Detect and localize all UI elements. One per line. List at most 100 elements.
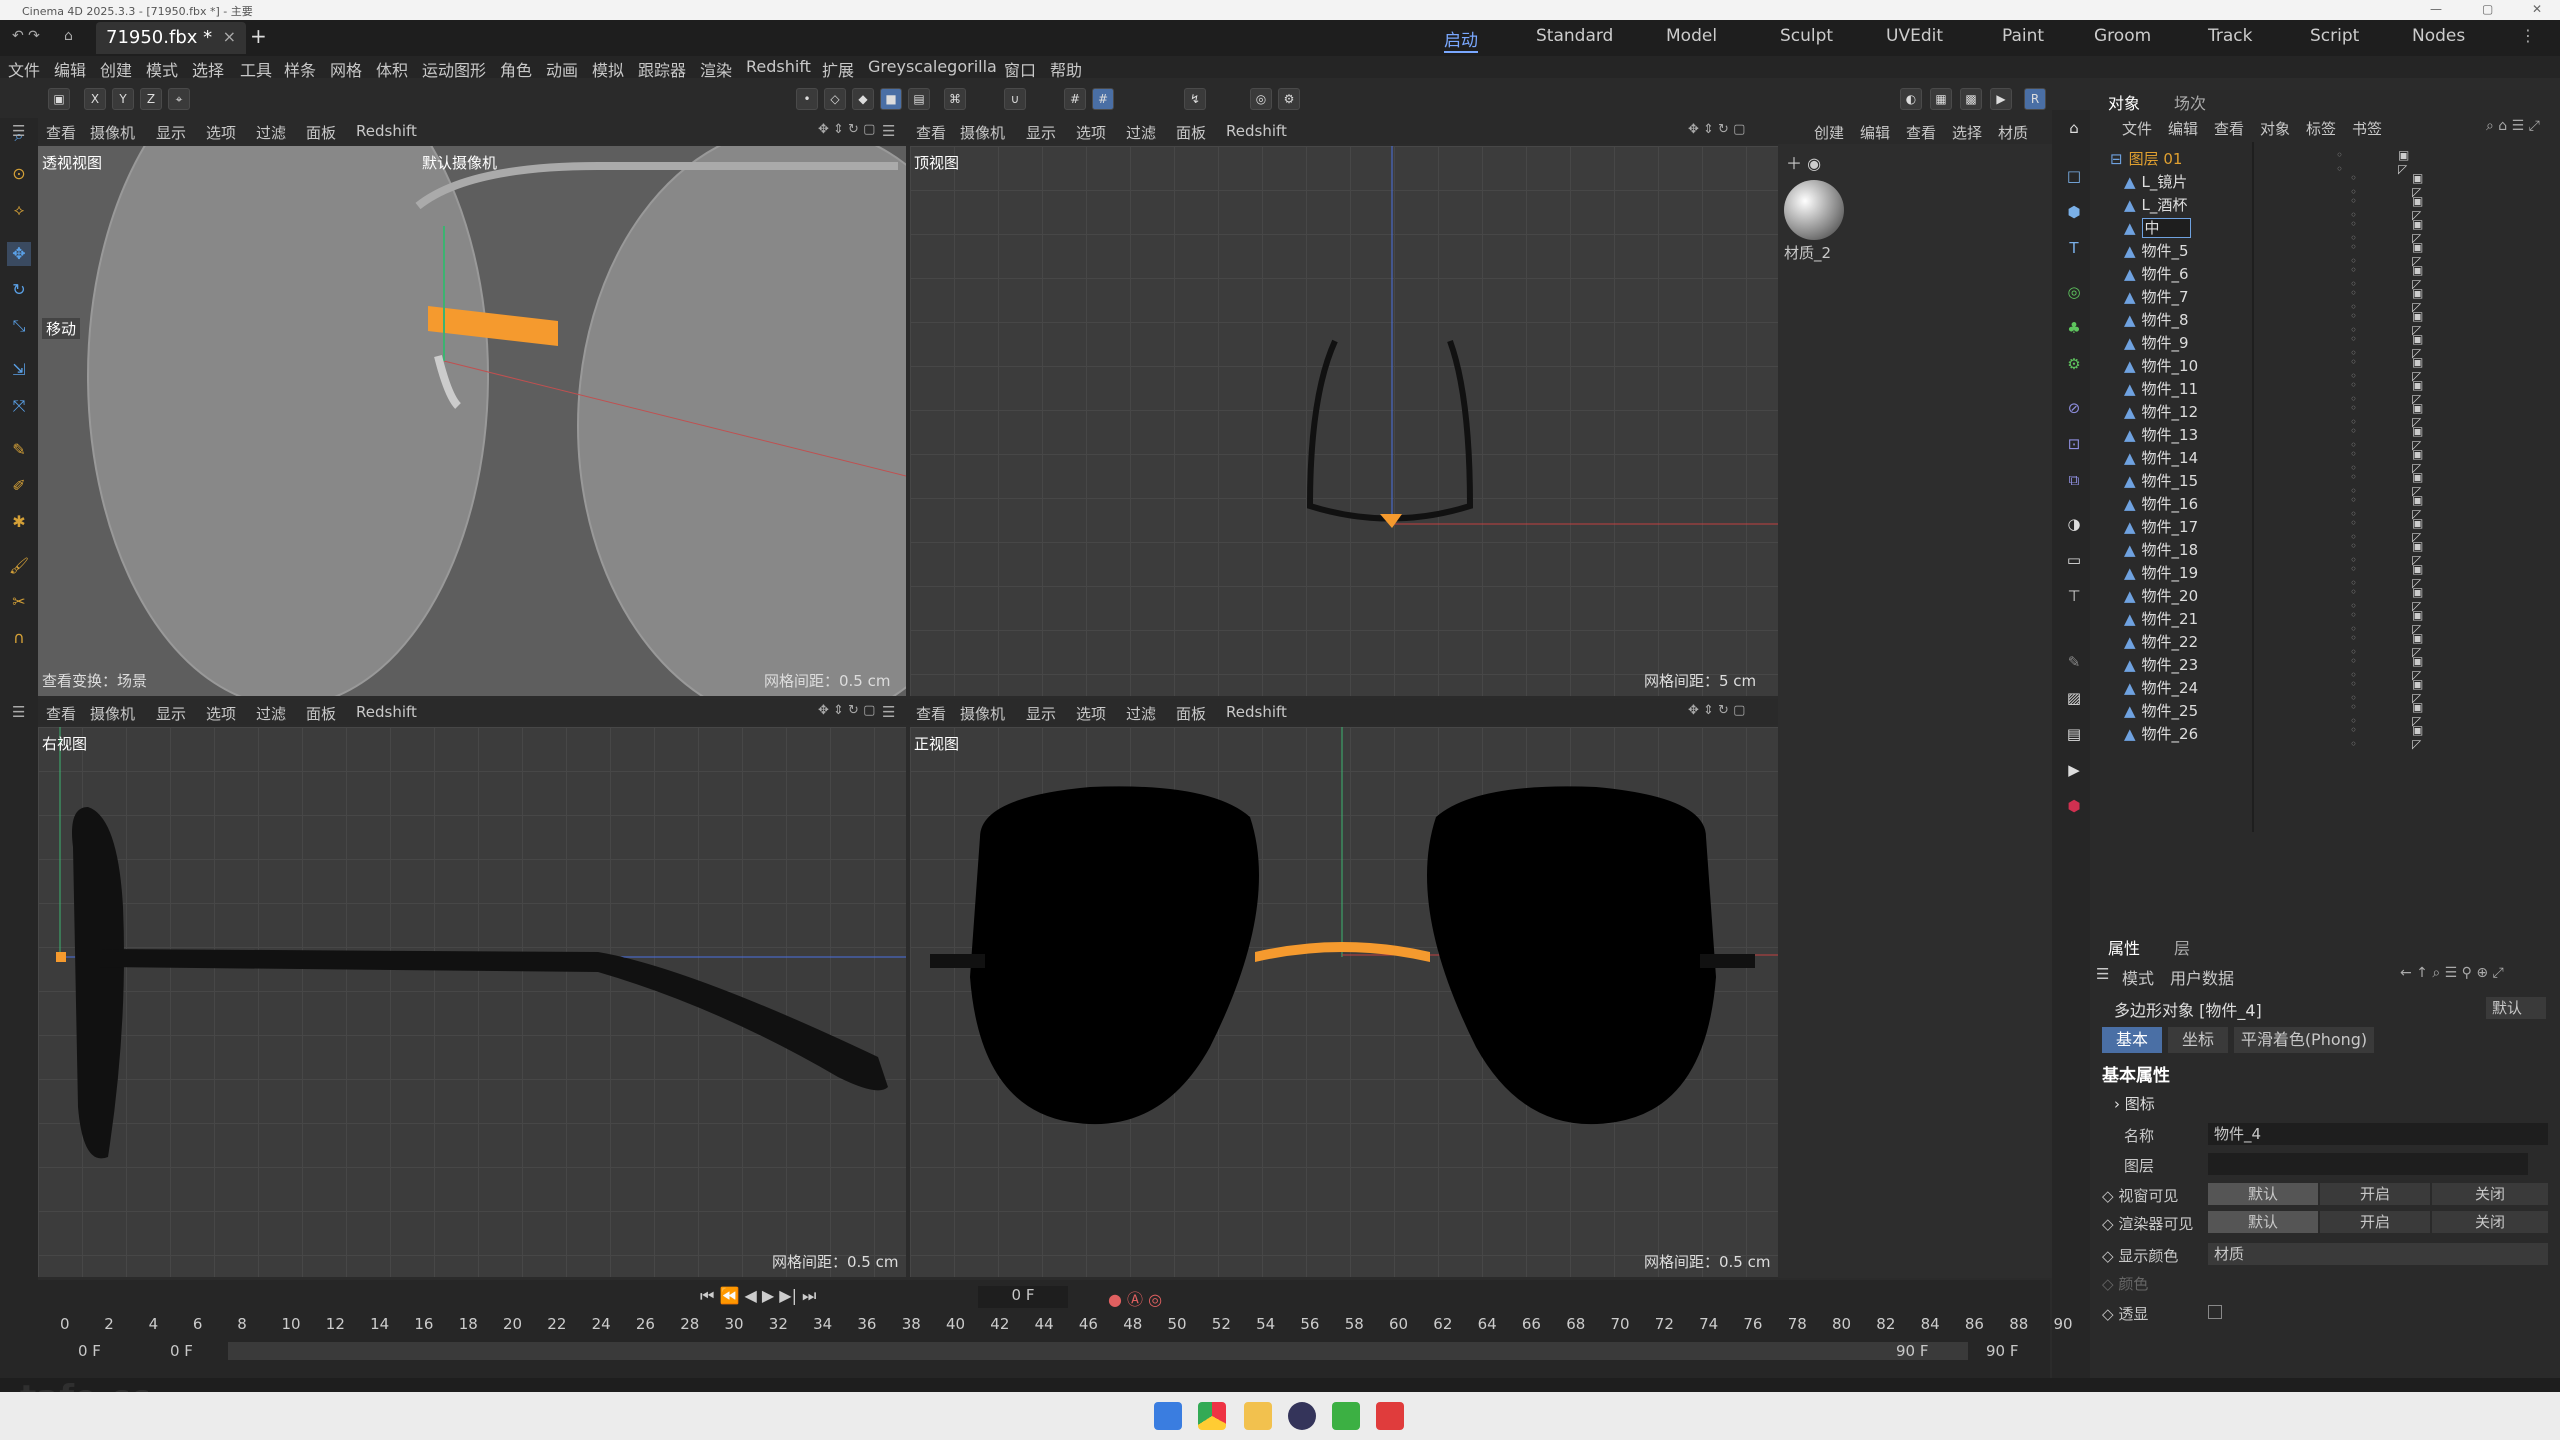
attr-mode-menu[interactable]: 模式	[2122, 965, 2154, 989]
layout-tab[interactable]: 启动	[1444, 26, 1478, 53]
viewport-menu-item[interactable]: Redshift	[1226, 703, 1287, 721]
viewport-nav-icons[interactable]: ✥ ⇕ ↻ ▢	[1688, 122, 1745, 137]
live-select-icon[interactable]: ⟡	[7, 198, 31, 222]
material-menu-item[interactable]: 创建	[1814, 122, 1844, 143]
object-row[interactable]: ▲ 物件_14 ◦ ◦ ▣ ◸	[2124, 447, 2423, 475]
viewport-menu-item[interactable]: 显示	[156, 122, 186, 143]
material-name[interactable]: 材质_2	[1784, 242, 1831, 263]
layer-field[interactable]	[2208, 1153, 2528, 1175]
axis-y-button[interactable]: Y	[112, 88, 134, 110]
object-row[interactable]: ▲ 中 ◦ ◦ ▣ ◸	[2124, 217, 2423, 245]
vis-editor-on[interactable]: 开启	[2320, 1183, 2430, 1205]
redshift-icon[interactable]: R	[2024, 88, 2046, 110]
deformer-icon[interactable]: ⊘	[2062, 396, 2086, 420]
menu-icon[interactable]: ☰	[882, 703, 895, 721]
right-viewport[interactable]: 右视图 网格间距：0.5 cm	[38, 727, 906, 1277]
current-frame-field[interactable]: 0 F	[978, 1286, 1068, 1308]
render-side-icon[interactable]: ▶	[2062, 758, 2086, 782]
object-row[interactable]: ▲ 物件_12 ◦ ◦ ▣ ◸	[2124, 401, 2423, 429]
material-menu-item[interactable]: 编辑	[1860, 122, 1890, 143]
layout-tab[interactable]: Sculpt	[1780, 26, 1833, 46]
tab-takes[interactable]: 场次	[2174, 90, 2206, 114]
transform-icon[interactable]: ⇲	[7, 358, 31, 382]
save-icon[interactable]: ▣	[48, 88, 70, 110]
vis-editor-off[interactable]: 关闭	[2432, 1183, 2548, 1205]
name-field[interactable]: 物件_4	[2208, 1123, 2548, 1145]
preview-start[interactable]: 0 F	[170, 1342, 193, 1360]
menu-item[interactable]: Greyscalegorilla	[868, 57, 997, 76]
object-menu-item[interactable]: 查看	[2214, 118, 2244, 139]
axis-z-button[interactable]: Z	[140, 88, 162, 110]
brush-icon[interactable]: ✱	[7, 510, 31, 534]
vis-editor-default[interactable]: 默认	[2208, 1183, 2318, 1205]
model-mode-icon[interactable]: ■	[880, 88, 902, 110]
close-tab-icon[interactable]: ×	[223, 27, 236, 46]
material-menu-item[interactable]: 材质	[1998, 122, 2028, 143]
edges-mode-icon[interactable]: ◇	[824, 88, 846, 110]
material-menu-item[interactable]: 查看	[1906, 122, 1936, 143]
attr-userdata-menu[interactable]: 用户数据	[2170, 965, 2234, 989]
app-red-icon[interactable]	[1376, 1402, 1404, 1430]
layout-tab[interactable]: Standard	[1536, 26, 1613, 46]
object-row[interactable]: ▲ 物件_10 ◦ ◦ ▣ ◸	[2124, 355, 2423, 383]
viewport-menu-item[interactable]: 过滤	[256, 703, 286, 724]
start-icon[interactable]	[1154, 1402, 1182, 1430]
viewport-menu-item[interactable]: 查看	[46, 703, 76, 724]
effector-icon[interactable]: ⚙	[2062, 352, 2086, 376]
viewport-nav-icons[interactable]: ✥ ⇕ ↻ ▢	[818, 122, 875, 137]
object-row[interactable]: ▲ 物件_21 ◦ ◦ ▣ ◸	[2124, 608, 2423, 636]
object-row[interactable]: ▲ 物件_20 ◦ ◦ ▣ ◸	[2124, 585, 2423, 613]
tag-icons[interactable]: ▣ ◸	[2412, 723, 2423, 751]
viewport-menu-item[interactable]: 摄像机	[90, 122, 135, 143]
render-picture-icon[interactable]: ▦	[1930, 88, 1952, 110]
magnet-icon[interactable]: ∪	[1004, 88, 1026, 110]
polygons-mode-icon[interactable]: ◆	[852, 88, 874, 110]
primitive-icon[interactable]: ⬢	[2062, 200, 2086, 224]
menu-icon[interactable]: ☰	[12, 122, 25, 140]
points-mode-icon[interactable]: •	[796, 88, 818, 110]
volume-icon[interactable]: ⧉	[2062, 468, 2086, 492]
viewport-menu-item[interactable]: 显示	[1026, 122, 1056, 143]
viewport-menu-item[interactable]: Redshift	[356, 703, 417, 721]
object-menu-item[interactable]: 标签	[2306, 118, 2336, 139]
playback-controls[interactable]: ⏮ ⏪ ◀ ▶ ▶| ⏭	[700, 1286, 816, 1306]
file-explorer-icon[interactable]	[1244, 1402, 1272, 1430]
viewport-menu-item[interactable]: 过滤	[1126, 703, 1156, 724]
object-row[interactable]: ▲ 物件_19 ◦ ◦ ▣ ◸	[2124, 562, 2423, 590]
viewport-menu-item[interactable]: 选项	[206, 122, 236, 143]
viewport-menu-item[interactable]: 查看	[916, 122, 946, 143]
coordinate-system-icon[interactable]: ⌖	[168, 88, 190, 110]
object-row[interactable]: ▲ 物件_23 ◦ ◦ ▣ ◸	[2124, 654, 2423, 682]
cube-icon[interactable]: □	[2062, 164, 2086, 188]
object-menu-item[interactable]: 对象	[2260, 118, 2290, 139]
viewport-menu-item[interactable]: 选项	[206, 703, 236, 724]
render-icon[interactable]: ▶	[1990, 88, 2012, 110]
material-swatch[interactable]	[1784, 180, 1844, 240]
search-objects-icon[interactable]: ⌕ ⌂ ☰ ⤢	[2486, 118, 2540, 134]
tab-objects[interactable]: 对象	[2108, 90, 2140, 114]
object-menu-item[interactable]: 文件	[2122, 118, 2152, 139]
snap-icon[interactable]: ⌘	[944, 88, 966, 110]
object-row[interactable]: ▲ 物件_6 ◦ ◦ ▣ ◸	[2124, 263, 2423, 291]
grid-snap-icon[interactable]: #	[1064, 88, 1086, 110]
viewport-menu-item[interactable]: 选项	[1076, 703, 1106, 724]
object-row[interactable]: ▲ 物件_16 ◦ ◦ ▣ ◸	[2124, 493, 2423, 521]
chrome-icon[interactable]	[1198, 1402, 1226, 1430]
viewport-menu-item[interactable]: 选项	[1076, 122, 1106, 143]
viewport-menu-item[interactable]: Redshift	[1226, 122, 1287, 140]
app-green-icon[interactable]	[1332, 1402, 1360, 1430]
viewport-menu-item[interactable]: 面板	[306, 703, 336, 724]
magnet-tool-icon[interactable]: ∩	[7, 626, 31, 650]
viewport-menu-item[interactable]: 查看	[46, 122, 76, 143]
knife-icon[interactable]: ✂	[7, 590, 31, 614]
new-tab-button[interactable]: +	[250, 24, 267, 48]
move-tool-icon[interactable]: ✥	[7, 242, 31, 266]
preview-end[interactable]: 90 F	[1896, 1342, 1928, 1360]
generator-icon[interactable]: ◎	[2062, 280, 2086, 304]
layout-tab[interactable]: Track	[2208, 26, 2252, 46]
layout-tab[interactable]: UVEdit	[1886, 26, 1943, 46]
extrude-icon[interactable]: ⤧	[7, 394, 31, 418]
home-icon[interactable]: ⌂	[64, 28, 73, 44]
viewport-menu-item[interactable]: 面板	[1176, 703, 1206, 724]
object-row[interactable]: ▲ L_酒杯 ◦ ◦ ▣ ◸	[2124, 194, 2423, 222]
